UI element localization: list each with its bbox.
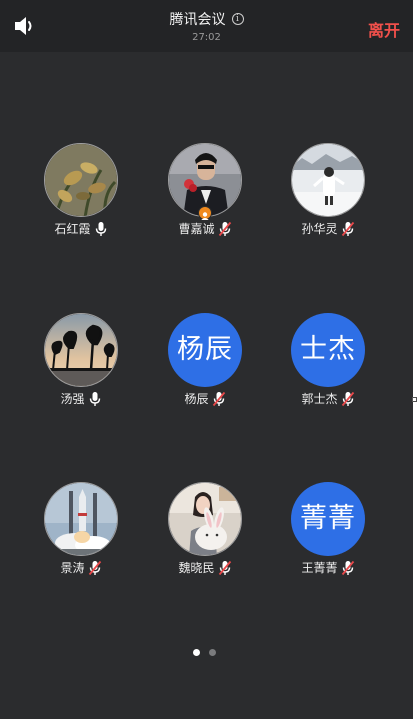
meeting-timer: 27:02 (192, 32, 221, 43)
info-icon[interactable]: i (231, 13, 244, 25)
participant-tile[interactable]: 孙华灵 (273, 143, 383, 237)
avatar (44, 313, 118, 387)
participant-tile[interactable]: 曹嘉诚 (150, 143, 260, 237)
resize-handle[interactable] (412, 397, 417, 402)
participant-tile[interactable]: 石红霞 (26, 143, 136, 237)
mic-muted-icon (341, 391, 354, 406)
participant-tile[interactable]: 杨辰 杨辰 (150, 313, 260, 407)
participant-name: 杨辰 (184, 392, 209, 406)
avatar (44, 143, 118, 217)
meeting-screen: 腾讯会议 i 27:02 离开 石红霞 曹嘉诚 孙华灵 汤强 杨辰 杨辰 士杰 … (0, 0, 413, 719)
top-bar: 腾讯会议 i 27:02 离开 (0, 0, 413, 52)
participant-name: 曹嘉诚 (178, 222, 215, 236)
participant-name: 魏晓民 (178, 561, 215, 575)
mic-muted-icon (212, 391, 225, 406)
page-dot-2[interactable] (209, 649, 216, 656)
avatar: 杨辰 (168, 313, 242, 387)
mic-muted-icon (88, 560, 101, 575)
page-dot-1[interactable] (193, 649, 200, 656)
participant-tile[interactable]: 汤强 (26, 313, 136, 407)
participant-name: 王菁菁 (301, 561, 338, 575)
participant-tile[interactable]: 士杰 郭士杰 (273, 313, 383, 407)
participant-name: 汤强 (60, 392, 85, 406)
participant-tile[interactable]: 景涛 (26, 482, 136, 576)
meeting-title: 腾讯会议 (169, 12, 226, 28)
participant-name: 孙华灵 (301, 222, 338, 236)
participant-tile[interactable]: 菁菁 王菁菁 (273, 482, 383, 576)
avatar: 士杰 (291, 313, 365, 387)
participant-name: 郭士杰 (301, 392, 338, 406)
mic-muted-icon (341, 560, 354, 575)
mic-muted-icon (218, 221, 231, 236)
mic-muted-icon (341, 221, 354, 236)
avatar: 菁菁 (291, 482, 365, 556)
avatar (168, 482, 242, 556)
leave-button[interactable]: 离开 (368, 17, 400, 41)
mic-icon (95, 221, 106, 236)
title-area: 腾讯会议 i 27:02 (0, 9, 413, 43)
participant-name: 石红霞 (54, 222, 91, 236)
participant-tile[interactable]: 魏晓民 (150, 482, 260, 576)
participant-name: 景涛 (60, 561, 85, 575)
avatar (291, 143, 365, 217)
avatar (44, 482, 118, 556)
mic-muted-icon (218, 560, 231, 575)
page-indicator (193, 649, 216, 656)
host-badge-icon (198, 206, 212, 220)
mic-icon (89, 391, 100, 406)
